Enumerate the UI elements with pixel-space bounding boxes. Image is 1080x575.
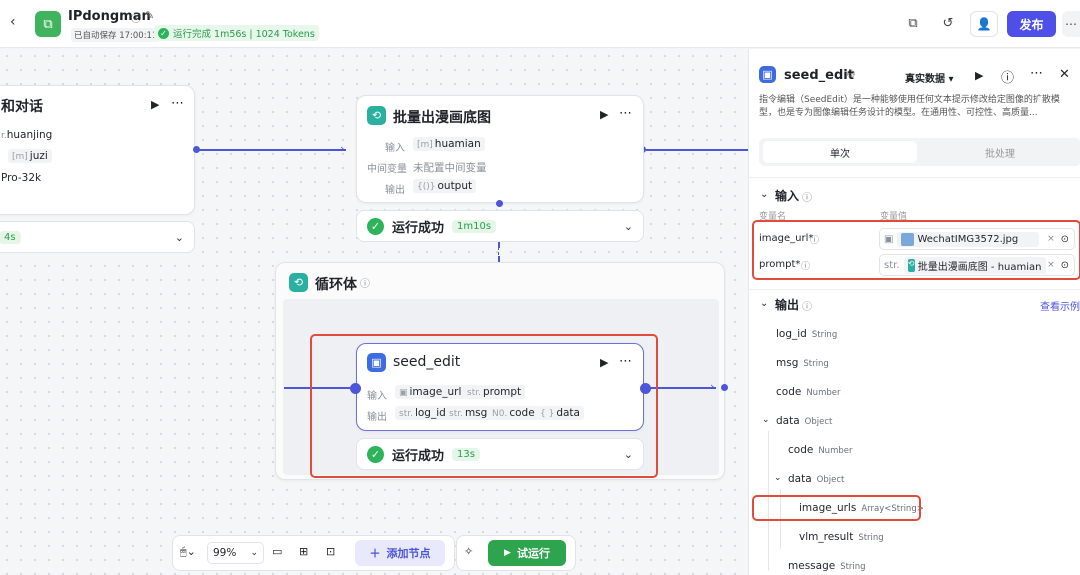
publish-button[interactable]: 发布 bbox=[1007, 11, 1056, 37]
chevron-down-icon[interactable]: ⌄ bbox=[774, 473, 782, 483]
run-status-badge: ✓ 运行完成 1m56s | 1024 Tokens bbox=[154, 25, 319, 41]
workflow-canvas[interactable]: 和对话 ▶ ⋯ r.huanjing [m] juzi Pro-32k 4s ⌄ … bbox=[0, 49, 748, 575]
top-bar: ‹ ⧉ IPdongman ⓘ ✎ 已自动保存 17:00:11 ✓ 运行完成 … bbox=[0, 0, 1080, 48]
input-var: [m] juzi bbox=[8, 149, 52, 163]
panel-description: 指令编辑（SeedEdit）是一种能够使用任何文本提示修改给定图像的扩散模型，也… bbox=[759, 95, 1060, 118]
arrow-icon: › bbox=[710, 380, 715, 393]
wrench-icon[interactable]: ✧ bbox=[464, 545, 473, 558]
time-badge: 1m10s bbox=[452, 219, 497, 233]
edit-icon[interactable]: ✎ bbox=[145, 9, 154, 22]
output-item: code Number bbox=[776, 386, 841, 398]
highlight-box bbox=[752, 220, 1080, 280]
history-icon[interactable]: ↺ bbox=[939, 14, 957, 32]
comment-icon[interactable]: ▭ bbox=[272, 545, 282, 558]
tab-single[interactable]: 单次 bbox=[763, 141, 917, 163]
data-mode-select[interactable]: 真实数据 ▾ bbox=[905, 70, 954, 85]
port[interactable] bbox=[193, 146, 200, 153]
input-var: r.huanjing bbox=[1, 129, 53, 141]
edge bbox=[196, 149, 346, 151]
model-name: Pro-32k bbox=[1, 172, 42, 184]
info-icon[interactable]: ⓘ bbox=[802, 298, 812, 313]
more-icon[interactable]: ⋯ bbox=[1030, 66, 1043, 81]
plus-icon: ＋ bbox=[369, 547, 381, 560]
layout-icon[interactable]: ⊞ bbox=[299, 545, 308, 558]
help-icon[interactable]: ⓘ bbox=[1001, 67, 1014, 86]
check-circle-icon: ✓ bbox=[158, 27, 169, 39]
output-item: data Object bbox=[788, 473, 845, 485]
section-divider bbox=[749, 289, 1080, 290]
info-icon[interactable]: ⓘ bbox=[802, 189, 812, 204]
input-label: 输入 bbox=[385, 143, 405, 154]
port[interactable] bbox=[496, 200, 503, 207]
batch-node-status[interactable]: ✓ 运行成功 1m10s ⌄ bbox=[356, 210, 644, 242]
view-example-link[interactable]: 查看示例 bbox=[1040, 298, 1080, 313]
output-item: message String bbox=[788, 560, 866, 572]
add-node-button[interactable]: ＋添加节点 bbox=[355, 540, 445, 566]
loop-icon: ⟲ bbox=[289, 273, 308, 292]
output-section-title: 输出 bbox=[775, 298, 800, 312]
success-icon: ✓ bbox=[367, 217, 384, 235]
chat-node[interactable]: 和对话 ▶ ⋯ r.huanjing [m] juzi Pro-32k bbox=[0, 85, 195, 215]
section-divider bbox=[749, 177, 1080, 178]
mid-label: 中间变量 bbox=[367, 164, 407, 175]
mouse-mode-icon[interactable]: 🖱⌄ bbox=[180, 545, 196, 559]
batch-node-title: 批量出漫画底图 bbox=[393, 110, 491, 126]
node-more-icon[interactable]: ⋯ bbox=[619, 106, 632, 121]
run-node-icon[interactable]: ▶ bbox=[151, 98, 159, 111]
mid-value: 未配置中间变量 bbox=[413, 162, 487, 174]
info-icon[interactable]: ⓘ bbox=[131, 10, 141, 25]
node-more-icon[interactable]: ⋯ bbox=[171, 96, 184, 111]
chat-node-title: 和对话 bbox=[1, 99, 43, 115]
output-item: log_id String bbox=[776, 328, 838, 340]
info-icon[interactable]: ⓘ bbox=[360, 275, 370, 290]
chevron-down-icon[interactable]: ⌄ bbox=[762, 415, 770, 425]
collaborators-icon[interactable]: 👤 bbox=[970, 11, 998, 37]
zoom-select[interactable]: 99% ⌄ bbox=[207, 542, 264, 564]
workflow-icon: ⧉ bbox=[35, 11, 61, 37]
output-item: data Object bbox=[776, 415, 833, 427]
port[interactable] bbox=[721, 384, 728, 391]
minimap-icon[interactable]: ⊡ bbox=[326, 545, 335, 558]
run-node-icon[interactable]: ▶ bbox=[600, 108, 608, 121]
highlight-box bbox=[752, 495, 921, 521]
close-icon[interactable]: ✕ bbox=[1059, 67, 1070, 82]
loop-icon: ⟲ bbox=[367, 106, 386, 125]
test-run-button[interactable]: ▶ 试运行 bbox=[488, 540, 566, 566]
node-detail-panel: ▣ seed_edit ⛁ 真实数据 ▾ ▶ ⓘ ⋯ ✕ 指令编辑（SeedEd… bbox=[748, 49, 1080, 575]
edge bbox=[650, 387, 716, 389]
highlight-box bbox=[310, 334, 658, 478]
more-icon[interactable]: ⋯ bbox=[1062, 11, 1080, 37]
output-label: 输出 bbox=[385, 185, 405, 196]
image-edit-icon: ▣ bbox=[759, 66, 776, 83]
autosave-status: 已自动保存 17:00:11 bbox=[71, 28, 161, 42]
output-item: vlm_result String bbox=[799, 531, 884, 543]
output-var: {()} output bbox=[413, 179, 477, 193]
batch-node[interactable]: ⟲ 批量出漫画底图 ▶ ⋯ 输入 [m] huamian 中间变量 未配置中间变量… bbox=[356, 95, 644, 203]
chevron-down-icon[interactable]: ⌄ bbox=[175, 231, 184, 244]
input-var: [m] huamian bbox=[413, 137, 485, 151]
plugin-icon: ⛁ bbox=[847, 70, 855, 80]
loop-title: 循环体 bbox=[315, 277, 357, 293]
output-item: msg String bbox=[776, 357, 829, 369]
tab-batch[interactable]: 批处理 bbox=[925, 141, 1075, 163]
status-text: 运行成功 bbox=[392, 220, 445, 236]
output-item: code Number bbox=[788, 444, 853, 456]
play-icon: ▶ bbox=[504, 548, 511, 558]
input-section-title: 输入 bbox=[775, 189, 800, 203]
panel-title: seed_edit bbox=[784, 68, 854, 83]
chevron-down-icon[interactable]: ⌄ bbox=[760, 298, 768, 309]
chevron-down-icon[interactable]: ⌄ bbox=[760, 189, 768, 200]
edge bbox=[646, 149, 748, 151]
run-icon[interactable]: ▶ bbox=[975, 69, 983, 82]
back-button[interactable]: ‹ bbox=[10, 14, 26, 32]
chevron-down-icon[interactable]: ⌄ bbox=[624, 220, 633, 233]
copy-icon[interactable]: ⧉ bbox=[904, 14, 922, 32]
chat-node-status[interactable]: 4s ⌄ bbox=[0, 221, 195, 253]
arrow-icon: › bbox=[340, 142, 345, 155]
